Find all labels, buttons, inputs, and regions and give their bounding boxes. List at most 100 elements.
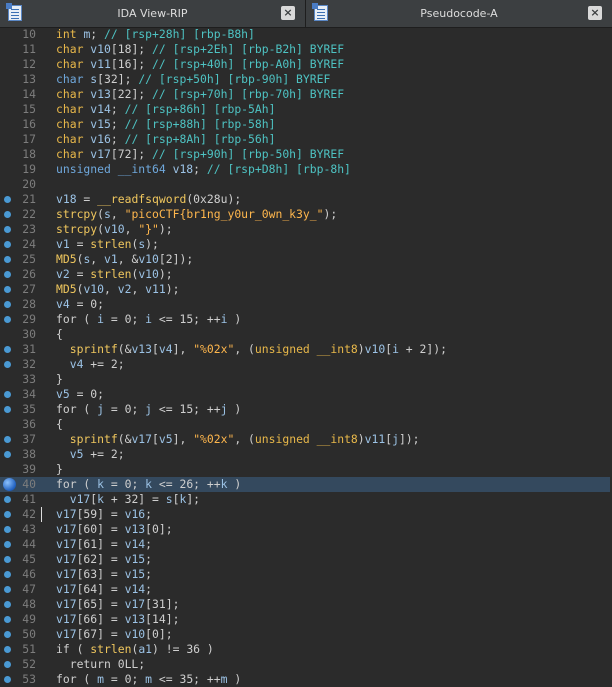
code-line[interactable]: 39} bbox=[0, 462, 612, 477]
code-line[interactable]: 48 v17[65] = v17[31]; bbox=[0, 597, 612, 612]
breakpoint-dot-icon[interactable] bbox=[4, 436, 11, 443]
breakpoint-dot-icon[interactable] bbox=[4, 361, 11, 368]
code-line[interactable]: 46 v17[63] = v15; bbox=[0, 567, 612, 582]
code-line[interactable]: 25 MD5(s, v1, &v10[2]); bbox=[0, 252, 612, 267]
code-line[interactable]: 36 { bbox=[0, 417, 612, 432]
code-line[interactable]: 52 return 0LL; bbox=[0, 657, 612, 672]
code-token: strcpy bbox=[56, 207, 98, 221]
code-line[interactable]: 20 bbox=[0, 177, 612, 192]
code-line[interactable]: 49 v17[66] = v13[14]; bbox=[0, 612, 612, 627]
code-line[interactable]: 29 for ( i = 0; i <= 15; ++i ) bbox=[0, 312, 612, 327]
tab-pseudocode[interactable]: Pseudocode-A × bbox=[306, 0, 612, 27]
code-token: // [rsp+88h] [rbp-58h] bbox=[124, 117, 276, 131]
line-number: 53 bbox=[22, 672, 36, 686]
code-token: __readfsqword bbox=[97, 192, 187, 206]
code-line[interactable]: 45 v17[62] = v15; bbox=[0, 552, 612, 567]
code-token: for ( bbox=[56, 672, 98, 686]
code-line[interactable]: 42 v17[59] = v16; bbox=[0, 507, 612, 522]
code-line[interactable]: 13 char s[32]; // [rsp+50h] [rbp-90h] BYR… bbox=[0, 72, 612, 87]
code-token: = 0; bbox=[104, 477, 146, 491]
breakpoint-dot-icon[interactable] bbox=[4, 286, 11, 293]
breakpoint-dot-icon[interactable] bbox=[4, 346, 11, 353]
code-token: , bbox=[104, 282, 118, 296]
code-line[interactable]: 26 v2 = strlen(v10); bbox=[0, 267, 612, 282]
code-line[interactable]: 53 for ( m = 0; m <= 35; ++m ) bbox=[0, 672, 612, 687]
code-line[interactable]: 18 char v17[72]; // [rsp+90h] [rbp-50h] B… bbox=[0, 147, 612, 162]
code-line[interactable]: 47 v17[64] = v14; bbox=[0, 582, 612, 597]
code-token: [66] = bbox=[76, 612, 125, 626]
breakpoint-dot-icon[interactable] bbox=[4, 196, 11, 203]
breakpoint-dot-icon[interactable] bbox=[4, 571, 11, 578]
breakpoint-dot-icon[interactable] bbox=[4, 271, 11, 278]
code-token: [ bbox=[152, 342, 159, 356]
breakpoint-dot-icon[interactable] bbox=[4, 631, 11, 638]
code-line[interactable]: 33} bbox=[0, 372, 612, 387]
breakpoint-dot-icon[interactable] bbox=[4, 556, 11, 563]
breakpoint-dot-icon[interactable] bbox=[4, 451, 11, 458]
code-line[interactable]: 23 strcpy(v10, "}"); bbox=[0, 222, 612, 237]
breakpoint-dot-icon[interactable] bbox=[4, 676, 11, 683]
code-token: [32]; bbox=[97, 72, 139, 86]
code-line[interactable]: 24 v1 = strlen(s); bbox=[0, 237, 612, 252]
code-text: for ( k = 0; k <= 26; ++k ) bbox=[56, 477, 241, 492]
breakpoint-dot-icon[interactable] bbox=[4, 256, 11, 263]
code-line[interactable]: 30 { bbox=[0, 327, 612, 342]
close-icon[interactable]: × bbox=[588, 6, 602, 20]
code-line[interactable]: 28 v4 = 0; bbox=[0, 297, 612, 312]
breakpoint-dot-icon[interactable] bbox=[4, 646, 11, 653]
code-token: ) != 36 ) bbox=[152, 642, 214, 656]
code-line[interactable]: 12 char v11[16]; // [rsp+40h] [rbp-A0h] B… bbox=[0, 57, 612, 72]
code-token: ); bbox=[165, 282, 180, 296]
code-line[interactable]: 50 v17[67] = v10[0]; bbox=[0, 627, 612, 642]
code-token: s bbox=[104, 207, 111, 221]
breakpoint-dot-icon[interactable] bbox=[4, 661, 11, 668]
code-line[interactable]: 22 strcpy(s, "picoCTF{br1ng_y0ur_0wn_k3y_… bbox=[0, 207, 612, 222]
code-line[interactable]: 32 v4 += 2; bbox=[0, 357, 612, 372]
breakpoint-dot-icon[interactable] bbox=[4, 391, 11, 398]
breakpoint-dot-icon[interactable] bbox=[4, 301, 11, 308]
breakpoint-dot-icon[interactable] bbox=[4, 541, 11, 548]
code-line[interactable]: 38 v5 += 2; bbox=[0, 447, 612, 462]
breakpoint-dot-icon[interactable] bbox=[4, 241, 11, 248]
code-line[interactable]: 43 v17[60] = v13[0]; bbox=[0, 522, 612, 537]
breakpoint-dot-icon[interactable] bbox=[4, 526, 11, 533]
tab-ida-view-title: IDA View-RIP bbox=[117, 7, 188, 20]
code-line[interactable]: 44 v17[61] = v14; bbox=[0, 537, 612, 552]
code-line[interactable]: 41 v17[k + 32] = s[k]; bbox=[0, 492, 612, 507]
breakpoint-dot-icon[interactable] bbox=[4, 601, 11, 608]
code-line[interactable]: 11 char v10[18]; // [rsp+2Eh] [rbp-B2h] B… bbox=[0, 42, 612, 57]
code-line[interactable]: 51 if ( strlen(a1) != 36 ) bbox=[0, 642, 612, 657]
breakpoint-dot-icon[interactable] bbox=[4, 496, 11, 503]
code-line[interactable]: 37 sprintf(&v17[v5], "%02x", (unsigned _… bbox=[0, 432, 612, 447]
code-token: strlen bbox=[90, 642, 132, 656]
line-number: 36 bbox=[22, 417, 36, 431]
breakpoint-dot-icon[interactable] bbox=[4, 616, 11, 623]
code-token: v15 bbox=[124, 567, 146, 581]
code-token: for ( bbox=[56, 402, 98, 416]
code-line[interactable]: 35 for ( j = 0; j <= 15; ++j ) bbox=[0, 402, 612, 417]
code-line[interactable]: 27 MD5(v10, v2, v11); bbox=[0, 282, 612, 297]
code-line[interactable]: 16 char v15; // [rsp+88h] [rbp-58h] bbox=[0, 117, 612, 132]
code-text: char v16; // [rsp+8Ah] [rbp-56h] bbox=[56, 132, 275, 147]
code-line[interactable]: 40 for ( k = 0; k <= 26; ++k ) bbox=[0, 477, 612, 492]
breakpoint-dot-icon[interactable] bbox=[4, 211, 11, 218]
code-line[interactable]: 14 char v13[22]; // [rsp+70h] [rbp-70h] B… bbox=[0, 87, 612, 102]
tab-ida-view[interactable]: IDA View-RIP × bbox=[0, 0, 306, 27]
breakpoint-icon[interactable] bbox=[3, 478, 16, 491]
code-line[interactable]: 21 v18 = __readfsqword(0x28u); bbox=[0, 192, 612, 207]
code-token: k bbox=[97, 477, 105, 491]
code-line[interactable]: 10 int m; // [rsp+28h] [rbp-B8h] bbox=[0, 27, 612, 42]
breakpoint-dot-icon[interactable] bbox=[4, 316, 11, 323]
breakpoint-dot-icon[interactable] bbox=[4, 586, 11, 593]
pseudocode-editor[interactable]: 10 int m; // [rsp+28h] [rbp-B8h] 11 char v1… bbox=[0, 27, 612, 687]
breakpoint-dot-icon[interactable] bbox=[4, 511, 11, 518]
breakpoint-dot-icon[interactable] bbox=[4, 226, 11, 233]
code-line[interactable]: 31 sprintf(&v13[v4], "%02x", (unsigned _… bbox=[0, 342, 612, 357]
code-line[interactable]: 17 char v16; // [rsp+8Ah] [rbp-56h] bbox=[0, 132, 612, 147]
code-text: v5 = 0; bbox=[56, 387, 104, 402]
close-icon[interactable]: × bbox=[281, 6, 295, 20]
code-line[interactable]: 19 unsigned __int64 v18; // [rsp+D8h] [rb… bbox=[0, 162, 612, 177]
code-line[interactable]: 34 v5 = 0; bbox=[0, 387, 612, 402]
code-line[interactable]: 15 char v14; // [rsp+86h] [rbp-5Ah] bbox=[0, 102, 612, 117]
breakpoint-dot-icon[interactable] bbox=[4, 406, 11, 413]
